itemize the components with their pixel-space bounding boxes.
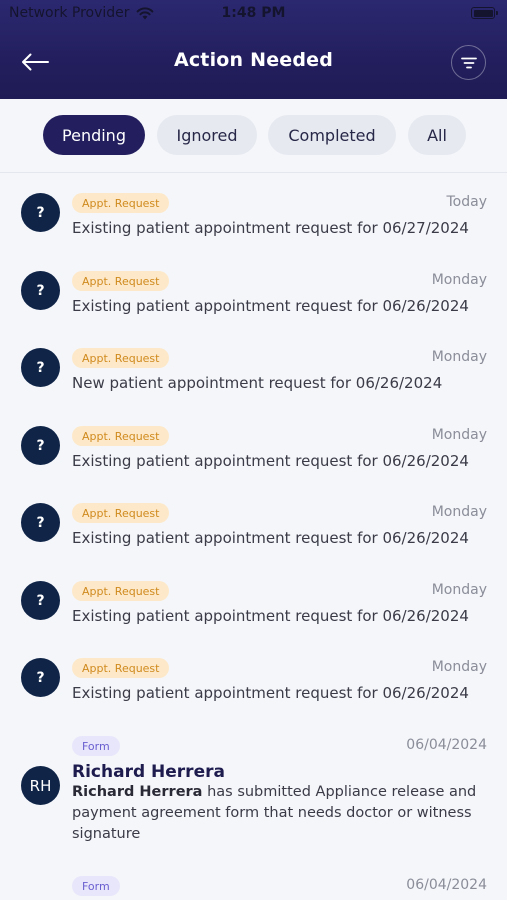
item-text: Existing patient appointment request for… <box>72 297 469 315</box>
item-date: Today <box>446 194 488 210</box>
status-tabs: Pending Ignored Completed All <box>0 99 507 173</box>
item-date: Monday <box>431 427 487 443</box>
item-date: Monday <box>431 349 487 365</box>
list-item[interactable]: ? Appt. Request Today Existing patient a… <box>0 193 507 263</box>
list-item[interactable]: ? Appt. Request Monday Existing patient … <box>0 426 507 496</box>
item-date: Monday <box>431 659 487 675</box>
form-list-item[interactable]: Form 06/04/2024 <box>0 876 507 900</box>
filter-lines-icon <box>460 57 477 68</box>
item-text: Existing patient appointment request for… <box>72 219 469 237</box>
appt-request-badge: Appt. Request <box>72 348 170 368</box>
unknown-patient-avatar: ? <box>21 503 60 542</box>
app-header: Network Provider 1:48 PM Action Needed <box>0 0 507 99</box>
form-badge: Form <box>72 876 120 896</box>
tab-all[interactable]: All <box>408 115 466 155</box>
patient-avatar: RH <box>21 766 60 805</box>
unknown-patient-avatar: ? <box>21 271 60 310</box>
item-text: New patient appointment request for 06/2… <box>72 374 443 392</box>
appt-request-badge: Appt. Request <box>72 271 170 291</box>
appt-request-badge: Appt. Request <box>72 581 170 601</box>
tab-ignored[interactable]: Ignored <box>157 115 257 155</box>
list-item[interactable]: ? Appt. Request Monday Existing patient … <box>0 581 507 651</box>
unknown-patient-avatar: ? <box>21 348 60 387</box>
status-bar: Network Provider 1:48 PM <box>0 0 507 28</box>
status-time: 1:48 PM <box>221 5 286 21</box>
item-text: Existing patient appointment request for… <box>72 684 469 702</box>
battery-icon <box>471 7 498 19</box>
item-text: Existing patient appointment request for… <box>72 529 469 547</box>
unknown-patient-avatar: ? <box>21 658 60 697</box>
item-description: Richard Herrera has submitted Appliance … <box>72 782 492 845</box>
desc-patient-name: Richard Herrera <box>72 784 203 800</box>
item-date: Monday <box>431 582 487 598</box>
form-list-item[interactable]: RH Form 06/04/2024 Richard Herrera Richa… <box>0 736 507 856</box>
filter-button[interactable] <box>451 45 486 80</box>
item-date: 06/04/2024 <box>406 737 487 753</box>
appt-request-badge: Appt. Request <box>72 193 170 213</box>
unknown-patient-avatar: ? <box>21 581 60 620</box>
item-date: Monday <box>431 272 487 288</box>
list-item[interactable]: ? Appt. Request Monday Existing patient … <box>0 658 507 728</box>
item-date: 06/04/2024 <box>406 877 487 893</box>
appt-request-badge: Appt. Request <box>72 503 170 523</box>
patient-name: Richard Herrera <box>72 762 225 782</box>
appt-request-badge: Appt. Request <box>72 426 170 446</box>
list-item[interactable]: ? Appt. Request Monday Existing patient … <box>0 503 507 573</box>
page-title: Action Needed <box>173 49 334 71</box>
item-text: Existing patient appointment request for… <box>72 452 469 470</box>
item-text: Existing patient appointment request for… <box>72 607 469 625</box>
tab-pending[interactable]: Pending <box>43 115 145 155</box>
unknown-patient-avatar: ? <box>21 193 60 232</box>
item-date: Monday <box>431 504 487 520</box>
form-badge: Form <box>72 736 120 756</box>
tab-completed[interactable]: Completed <box>268 115 396 155</box>
unknown-patient-avatar: ? <box>21 426 60 465</box>
appt-request-badge: Appt. Request <box>72 658 170 678</box>
list-item[interactable]: ? Appt. Request Monday Existing patient … <box>0 271 507 341</box>
list-item[interactable]: ? Appt. Request Monday New patient appoi… <box>0 348 507 418</box>
